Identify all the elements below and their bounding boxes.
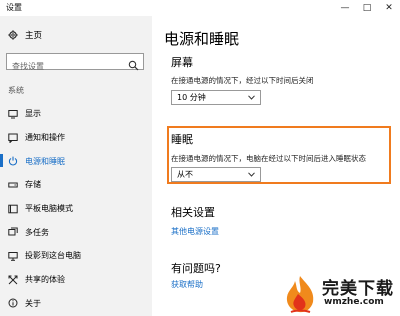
- search-input[interactable]: [7, 59, 125, 74]
- sidebar-item-shared-experiences[interactable]: 共享的体验: [0, 268, 152, 292]
- section-label: 系统: [8, 86, 24, 95]
- sidebar-item-tablet-mode[interactable]: 平板电脑模式: [0, 197, 152, 221]
- page-title: 电源和睡眠: [164, 30, 240, 48]
- help-heading: 有问题吗?: [171, 262, 221, 275]
- power-icon: [8, 156, 18, 166]
- share-icon: [8, 275, 18, 285]
- sidebar-item-power-sleep[interactable]: 电源和睡眠: [0, 149, 152, 173]
- screen-timeout-dropdown[interactable]: 10 分钟: [171, 90, 261, 105]
- sidebar-item-multitasking[interactable]: 多任务: [0, 220, 152, 244]
- get-help-link[interactable]: 获取帮助: [171, 279, 203, 290]
- search-icon[interactable]: [128, 56, 139, 71]
- sidebar-item-label: 主页: [25, 31, 43, 41]
- watermark-text: 完美下载: [322, 279, 394, 299]
- settings-window: 设置 — □ ✕ 主页 系统 显示 通: [0, 0, 400, 316]
- watermark: 完美下载 wmzhe.com: [278, 272, 400, 316]
- chevron-down-icon: [248, 95, 255, 100]
- dropdown-value: 10 分钟: [177, 93, 206, 102]
- info-icon: [8, 298, 18, 308]
- dropdown-value: 从不: [177, 170, 193, 179]
- sleep-timeout-dropdown[interactable]: 从不: [171, 167, 261, 182]
- sidebar-item-label: 投影到这台电脑: [25, 251, 81, 261]
- maximize-button[interactable]: □: [356, 0, 378, 16]
- search-box[interactable]: [6, 53, 144, 74]
- screen-heading: 屏幕: [171, 56, 193, 69]
- storage-icon: [8, 180, 18, 190]
- sleep-heading: 睡眠: [171, 133, 193, 146]
- window-controls: — □ ✕: [334, 0, 400, 16]
- project-icon: [8, 251, 18, 261]
- title-bar: 设置 — □ ✕: [0, 0, 400, 16]
- sidebar-item-label: 多任务: [25, 227, 49, 237]
- sidebar-item-label: 通知和操作: [25, 133, 65, 143]
- sidebar-item-label: 显示: [25, 109, 41, 119]
- sleep-description: 在接通电源的情况下，电脑在经过以下时间后进入睡眠状态: [171, 154, 366, 163]
- window-title: 设置: [6, 3, 22, 12]
- sidebar-item-display[interactable]: 显示: [0, 102, 152, 126]
- other-power-settings-link[interactable]: 其他电源设置: [171, 226, 219, 237]
- chevron-down-icon: [248, 172, 255, 177]
- gear-icon: [8, 30, 18, 40]
- watermark-url: wmzhe.com: [324, 297, 384, 307]
- sidebar-item-about[interactable]: 关于: [0, 292, 152, 316]
- sidebar-item-notifications[interactable]: 通知和操作: [0, 126, 152, 150]
- minimize-button[interactable]: —: [334, 0, 356, 16]
- close-button[interactable]: ✕: [378, 0, 400, 16]
- tablet-icon: [8, 204, 18, 214]
- related-settings-heading: 相关设置: [171, 206, 215, 219]
- sidebar-item-label: 关于: [25, 298, 41, 308]
- sidebar-item-storage[interactable]: 存储: [0, 173, 152, 197]
- flame-logo-icon: [286, 276, 314, 313]
- notification-icon: [8, 133, 18, 143]
- sidebar-item-home[interactable]: 主页: [8, 29, 42, 41]
- sidebar-item-label: 存储: [25, 180, 41, 190]
- nav-list: 显示 通知和操作 电源和睡眠 存储 平板电脑模式 多任务 投影到这台电脑 共享的…: [0, 102, 152, 315]
- sidebar-item-project[interactable]: 投影到这台电脑: [0, 244, 152, 268]
- sidebar: 主页 系统 显示 通知和操作 电源和睡眠 存储: [0, 16, 152, 316]
- screen-description: 在接通电源的情况下，经过以下时间后关闭: [171, 76, 314, 85]
- multitask-icon: [8, 227, 18, 237]
- sidebar-item-label: 共享的体验: [25, 275, 65, 285]
- monitor-icon: [8, 109, 18, 119]
- sidebar-item-label: 电源和睡眠: [25, 156, 65, 166]
- sidebar-item-label: 平板电脑模式: [25, 204, 73, 214]
- main-content: 电源和睡眠 屏幕 在接通电源的情况下，经过以下时间后关闭 10 分钟 睡眠 在接…: [152, 16, 400, 316]
